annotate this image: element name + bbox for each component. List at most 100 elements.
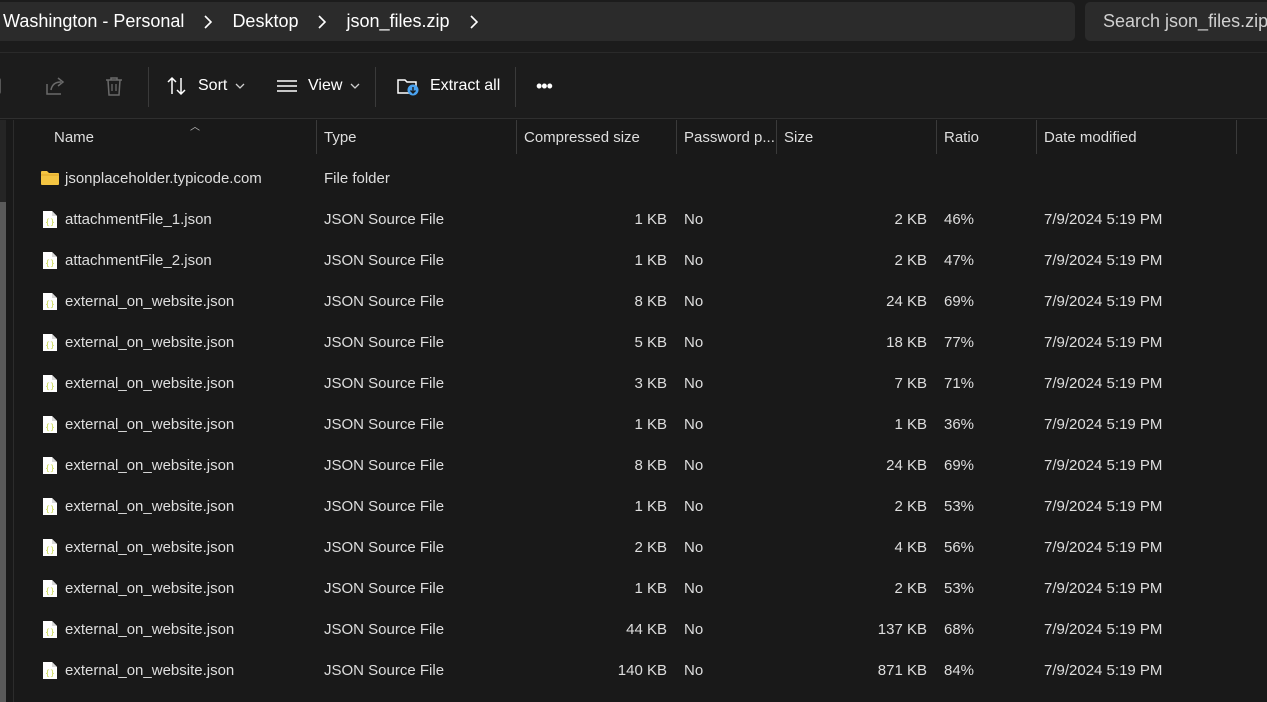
compression-ratio: 56% xyxy=(944,539,975,556)
file-size: 24 KB xyxy=(886,457,927,474)
extract-all-button[interactable]: Extract all xyxy=(396,53,500,119)
file-row[interactable]: {} external_on_website.json JSON Source Fi… xyxy=(14,281,1267,322)
file-name: external_on_website.json xyxy=(65,375,235,392)
column-header-password[interactable]: Password p... xyxy=(684,120,776,154)
breadcrumb-item-desktop[interactable]: Desktop xyxy=(232,11,298,32)
file-size: 1 KB xyxy=(894,416,927,433)
more-options-icon: ••• xyxy=(536,75,553,96)
column-header-name[interactable]: Name xyxy=(54,120,314,154)
file-name: attachmentFile_1.json xyxy=(65,211,212,228)
file-name: external_on_website.json xyxy=(65,293,235,310)
compressed-size: 1 KB xyxy=(634,416,667,433)
file-row[interactable]: {} external_on_website.json JSON Source Fi… xyxy=(14,650,1267,691)
date-modified: 7/9/2024 5:19 PM xyxy=(1044,539,1163,556)
column-divider[interactable] xyxy=(1036,120,1037,154)
breadcrumb-item-washington-personal[interactable]: Washington - Personal xyxy=(3,11,184,32)
breadcrumb-item-json-files-zip[interactable]: json_files.zip xyxy=(346,11,449,32)
compressed-size: 8 KB xyxy=(634,293,667,310)
compression-ratio xyxy=(944,158,1034,199)
column-header-ratio[interactable]: Ratio xyxy=(944,120,1034,154)
svg-text:{}: {} xyxy=(45,587,55,596)
trash-icon xyxy=(106,77,122,96)
file-list-pane: ︿ Name Type Compressed size Password p..… xyxy=(0,120,1267,702)
file-row[interactable]: {} attachmentFile_2.json JSON Source File 1… xyxy=(14,240,1267,281)
delete-button[interactable] xyxy=(103,53,125,119)
compressed-size: 1 KB xyxy=(634,580,667,597)
file-size: 2 KB xyxy=(894,252,927,269)
file-size: 137 KB xyxy=(877,621,927,638)
file-row[interactable]: {} external_on_website.json JSON Source Fi… xyxy=(14,568,1267,609)
scrollbar[interactable] xyxy=(0,120,6,702)
password-protected: No xyxy=(684,252,704,269)
file-size: 18 KB xyxy=(886,334,927,351)
compression-ratio: 53% xyxy=(944,580,975,597)
file-size xyxy=(784,158,927,199)
password-protected: No xyxy=(684,457,704,474)
column-header-date-modified[interactable]: Date modified xyxy=(1044,120,1234,154)
column-header-type[interactable]: Type xyxy=(324,120,514,154)
file-size: 7 KB xyxy=(894,375,927,392)
search-input[interactable]: Search json_files.zip xyxy=(1085,2,1267,41)
svg-text:{}: {} xyxy=(45,218,55,227)
file-type: JSON Source File xyxy=(324,621,445,638)
file-type: JSON Source File xyxy=(324,457,445,474)
compression-ratio: 46% xyxy=(944,211,975,228)
share-button[interactable] xyxy=(44,53,66,119)
folder-icon xyxy=(40,169,60,192)
chevron-right-icon[interactable] xyxy=(202,14,214,29)
file-row[interactable]: {} external_on_website.json JSON Source Fi… xyxy=(14,609,1267,650)
file-type: JSON Source File xyxy=(324,375,445,392)
json-file-icon: {} xyxy=(42,251,58,275)
password-protected: No xyxy=(684,211,704,228)
date-modified: 7/9/2024 5:19 PM xyxy=(1044,416,1163,433)
password-protected: No xyxy=(684,334,704,351)
column-divider[interactable] xyxy=(776,120,777,154)
json-file-icon: {} xyxy=(42,415,58,439)
column-divider[interactable] xyxy=(516,120,517,154)
column-header-compressed-size[interactable]: Compressed size xyxy=(524,120,674,154)
chevron-right-icon[interactable] xyxy=(468,14,480,29)
chevron-right-icon[interactable] xyxy=(316,14,328,29)
extract-all-label: Extract all xyxy=(430,77,501,94)
password-protected: No xyxy=(684,416,704,433)
json-file-icon: {} xyxy=(42,620,58,644)
json-file-icon: {} xyxy=(42,497,58,521)
address-bar[interactable]: Washington - Personal Desktop json_files… xyxy=(0,2,1075,41)
svg-text:{}: {} xyxy=(45,259,55,268)
copy-button[interactable] xyxy=(0,53,6,119)
compressed-size: 1 KB xyxy=(634,498,667,515)
folder-row[interactable]: jsonplaceholder.typicode.com File folder xyxy=(14,158,1267,199)
file-type: JSON Source File xyxy=(324,211,445,228)
password-protected: No xyxy=(684,375,704,392)
date-modified xyxy=(1044,158,1234,199)
json-file-icon: {} xyxy=(42,333,58,357)
date-modified: 7/9/2024 5:19 PM xyxy=(1044,580,1163,597)
date-modified: 7/9/2024 5:19 PM xyxy=(1044,457,1163,474)
file-row[interactable]: {} attachmentFile_1.json JSON Source File 1… xyxy=(14,199,1267,240)
file-row[interactable]: {} external_on_website.json JSON Source Fi… xyxy=(14,486,1267,527)
file-row[interactable]: {} external_on_website.json JSON Source Fi… xyxy=(14,363,1267,404)
json-file-icon: {} xyxy=(42,661,58,685)
compression-ratio: 53% xyxy=(944,498,975,515)
file-name: external_on_website.json xyxy=(65,621,235,638)
file-size: 2 KB xyxy=(894,211,927,228)
sort-button[interactable]: Sort xyxy=(166,53,245,119)
json-file-icon: {} xyxy=(42,210,58,234)
file-row[interactable]: {} external_on_website.json JSON Source Fi… xyxy=(14,527,1267,568)
column-divider[interactable] xyxy=(1236,120,1237,154)
column-header-size[interactable]: Size xyxy=(784,120,934,154)
file-name: external_on_website.json xyxy=(65,334,235,351)
column-divider[interactable] xyxy=(316,120,317,154)
file-row[interactable]: {} external_on_website.json JSON Source Fi… xyxy=(14,322,1267,363)
file-type: JSON Source File xyxy=(324,252,445,269)
more-options-button[interactable]: ••• xyxy=(536,53,553,119)
view-button[interactable]: View xyxy=(276,53,360,119)
scrollbar-thumb[interactable] xyxy=(0,202,6,702)
password-protected: No xyxy=(684,293,704,310)
compressed-size: 5 KB xyxy=(634,334,667,351)
file-row[interactable]: {} external_on_website.json JSON Source Fi… xyxy=(14,404,1267,445)
column-divider[interactable] xyxy=(936,120,937,154)
json-file-icon: {} xyxy=(42,579,58,603)
column-divider[interactable] xyxy=(676,120,677,154)
file-row[interactable]: {} external_on_website.json JSON Source Fi… xyxy=(14,445,1267,486)
